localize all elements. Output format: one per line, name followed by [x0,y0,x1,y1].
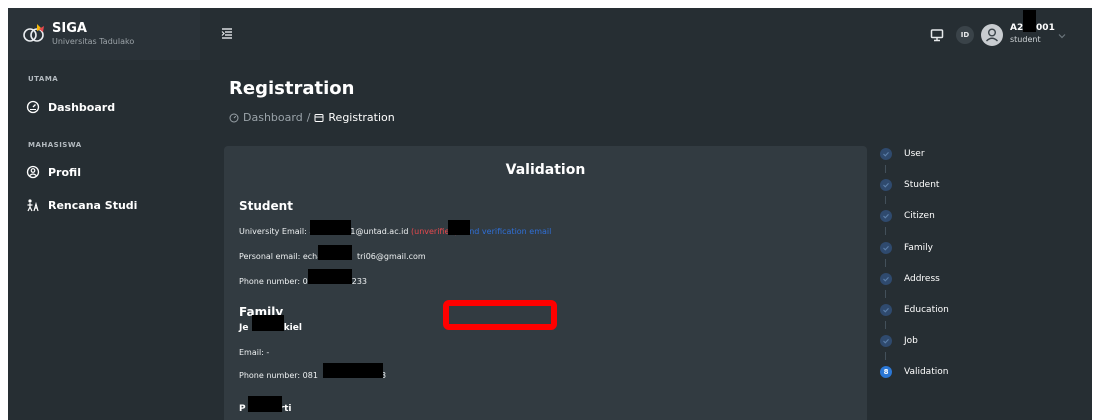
check-icon [880,148,892,160]
redaction [1023,10,1036,32]
breadcrumb-separator: / [306,111,311,124]
step-address[interactable]: Address [880,271,940,287]
step-label: Family [904,243,933,253]
university-email-label: University Email: a2 [239,227,320,236]
breadcrumb-dashboard-link[interactable]: Dashboard [243,111,303,124]
step-connector [885,259,886,267]
step-label: Citizen [904,211,935,221]
app-window: SIGA Universitas Tadulako ID A22 .001 st… [8,8,1092,420]
monitor-icon[interactable] [930,28,944,42]
family-phone-label: Phone number: 081 [239,371,318,380]
breadcrumb: Dashboard / Registration [229,111,395,124]
brand[interactable]: SIGA Universitas Tadulako [8,8,200,60]
step-label: Address [904,274,940,284]
redaction [252,315,284,331]
check-icon [880,273,892,285]
validation-title: Validation [505,162,586,178]
step-validation[interactable]: 8 Validation [880,364,948,380]
check-icon [880,304,892,316]
redaction [248,396,282,412]
breadcrumb-current: Registration [328,111,395,124]
sidebar-item-dashboard[interactable]: Dashboard [26,97,115,117]
registration-stepper: User Student Citizen Family Address Educ… [880,146,1090,420]
profile-icon [26,165,40,179]
personal-email-label: Personal email: echaa [239,252,328,261]
page-title: Registration [229,78,355,99]
sidebar-item-label: Profil [48,165,81,179]
step-label: Education [904,305,949,315]
sidebar-section-utama: UTAMA [28,75,59,83]
brand-name: SIGA [52,21,87,36]
step-label: User [904,149,925,159]
step-label: Student [904,180,940,190]
sidebar-toggle-icon[interactable] [220,26,234,40]
send-verification-email-link[interactable]: send verification email [460,227,551,236]
sidebar-item-label: Dashboard [48,100,116,114]
student-heading: Student [239,199,293,213]
sidebar-item-profil[interactable]: Profil [26,162,81,182]
university-email-row: University Email: a2 01@untad.ac.id (unve… [239,227,551,236]
step-number: 8 [880,366,892,378]
study-plan-icon [27,199,39,212]
validation-card: Validation Student University Email: a2 0… [224,146,867,420]
user-avatar-icon [986,28,998,42]
chevron-down-icon[interactable] [1058,32,1066,40]
sidebar-item-rencana-studi[interactable]: Rencana Studi [26,195,137,215]
step-connector [885,321,886,329]
redaction [310,220,351,235]
step-connector [885,227,886,235]
redaction [308,269,352,284]
step-user[interactable]: User [880,146,925,162]
check-icon [880,210,892,222]
phone-label: Phone number: 0 [239,277,308,286]
step-connector [885,196,886,204]
step-label: Job [904,336,918,346]
sidebar-item-label: Rencana Studi [48,198,138,212]
family-member-name-start: Je [239,323,249,333]
personal-email-value: tri06@gmail.com [357,252,426,261]
step-connector [885,290,886,298]
sidebar: UTAMA Dashboard MAHASISWA Profil Rencana… [8,60,200,420]
redaction [448,220,470,235]
sidebar-section-mahasiswa: MAHASISWA [28,141,82,149]
university-email-value: 01@untad.ac.id [345,227,409,236]
step-family[interactable]: Family [880,240,933,256]
step-student[interactable]: Student [880,177,939,193]
dashboard-icon [229,113,239,122]
step-connector [885,165,886,173]
step-job[interactable]: Job [880,333,918,349]
user-role: student [1010,35,1041,44]
dashboard-icon [26,100,40,114]
step-citizen[interactable]: Citizen [880,208,935,224]
registration-icon [314,113,324,122]
check-icon [880,179,892,191]
avatar[interactable] [981,24,1003,46]
check-icon [880,335,892,347]
step-education[interactable]: Education [880,302,949,318]
check-icon [880,242,892,254]
family-member-name-start: P [239,404,246,414]
language-toggle[interactable]: ID [956,26,974,44]
redaction [323,363,383,378]
red-highlight-box [443,300,557,330]
main-content: Registration Dashboard / Registration Va… [200,60,1092,420]
step-connector [885,352,886,360]
redaction [318,245,352,260]
top-bar: SIGA Universitas Tadulako ID A22 .001 st… [8,8,1092,60]
step-label: Validation [904,367,949,377]
brand-subtitle: Universitas Tadulako [52,37,135,46]
siga-logo-icon [23,24,44,42]
family-email-row: Email: - [239,348,270,357]
phone-value: 233 [351,277,368,286]
